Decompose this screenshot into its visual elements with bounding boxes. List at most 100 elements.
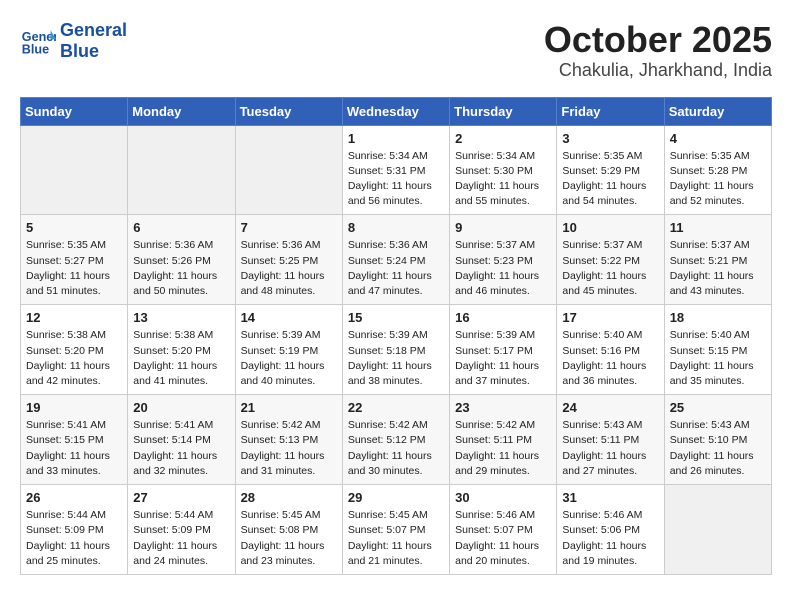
day-info: Sunrise: 5:46 AMSunset: 5:06 PMDaylight:… [562, 508, 658, 569]
calendar-cell: 9 Sunrise: 5:37 AMSunset: 5:23 PMDayligh… [450, 215, 557, 305]
month-title: October 2025 [544, 20, 772, 60]
weekday-header: Thursday [450, 97, 557, 125]
day-number: 28 [241, 490, 337, 505]
calendar-cell: 3 Sunrise: 5:35 AMSunset: 5:29 PMDayligh… [557, 125, 664, 215]
day-info: Sunrise: 5:39 AMSunset: 5:19 PMDaylight:… [241, 328, 337, 389]
logo-line1: General [60, 20, 127, 41]
calendar-cell: 19 Sunrise: 5:41 AMSunset: 5:15 PMDaylig… [21, 395, 128, 485]
day-info: Sunrise: 5:41 AMSunset: 5:15 PMDaylight:… [26, 418, 122, 479]
day-number: 26 [26, 490, 122, 505]
weekday-header: Saturday [664, 97, 771, 125]
day-info: Sunrise: 5:36 AMSunset: 5:26 PMDaylight:… [133, 238, 229, 299]
calendar-cell: 12 Sunrise: 5:38 AMSunset: 5:20 PMDaylig… [21, 305, 128, 395]
calendar-cell: 6 Sunrise: 5:36 AMSunset: 5:26 PMDayligh… [128, 215, 235, 305]
calendar-week-row: 19 Sunrise: 5:41 AMSunset: 5:15 PMDaylig… [21, 395, 772, 485]
calendar-cell: 24 Sunrise: 5:43 AMSunset: 5:11 PMDaylig… [557, 395, 664, 485]
calendar-cell: 27 Sunrise: 5:44 AMSunset: 5:09 PMDaylig… [128, 485, 235, 575]
day-info: Sunrise: 5:35 AMSunset: 5:28 PMDaylight:… [670, 149, 766, 210]
location-title: Chakulia, Jharkhand, India [544, 60, 772, 81]
calendar-cell: 28 Sunrise: 5:45 AMSunset: 5:08 PMDaylig… [235, 485, 342, 575]
day-number: 22 [348, 400, 444, 415]
day-number: 20 [133, 400, 229, 415]
day-info: Sunrise: 5:41 AMSunset: 5:14 PMDaylight:… [133, 418, 229, 479]
calendar-week-row: 1 Sunrise: 5:34 AMSunset: 5:31 PMDayligh… [21, 125, 772, 215]
day-info: Sunrise: 5:42 AMSunset: 5:13 PMDaylight:… [241, 418, 337, 479]
day-number: 31 [562, 490, 658, 505]
day-number: 13 [133, 310, 229, 325]
day-info: Sunrise: 5:34 AMSunset: 5:31 PMDaylight:… [348, 149, 444, 210]
day-info: Sunrise: 5:35 AMSunset: 5:27 PMDaylight:… [26, 238, 122, 299]
day-info: Sunrise: 5:37 AMSunset: 5:21 PMDaylight:… [670, 238, 766, 299]
calendar-cell [235, 125, 342, 215]
day-info: Sunrise: 5:39 AMSunset: 5:18 PMDaylight:… [348, 328, 444, 389]
calendar-week-row: 26 Sunrise: 5:44 AMSunset: 5:09 PMDaylig… [21, 485, 772, 575]
day-number: 18 [670, 310, 766, 325]
calendar-cell: 17 Sunrise: 5:40 AMSunset: 5:16 PMDaylig… [557, 305, 664, 395]
day-info: Sunrise: 5:42 AMSunset: 5:11 PMDaylight:… [455, 418, 551, 479]
calendar-cell: 21 Sunrise: 5:42 AMSunset: 5:13 PMDaylig… [235, 395, 342, 485]
day-number: 2 [455, 131, 551, 146]
day-info: Sunrise: 5:39 AMSunset: 5:17 PMDaylight:… [455, 328, 551, 389]
day-info: Sunrise: 5:45 AMSunset: 5:07 PMDaylight:… [348, 508, 444, 569]
day-info: Sunrise: 5:46 AMSunset: 5:07 PMDaylight:… [455, 508, 551, 569]
calendar-cell [21, 125, 128, 215]
calendar-cell: 2 Sunrise: 5:34 AMSunset: 5:30 PMDayligh… [450, 125, 557, 215]
calendar-cell: 29 Sunrise: 5:45 AMSunset: 5:07 PMDaylig… [342, 485, 449, 575]
day-number: 10 [562, 220, 658, 235]
calendar-cell: 13 Sunrise: 5:38 AMSunset: 5:20 PMDaylig… [128, 305, 235, 395]
calendar-cell: 8 Sunrise: 5:36 AMSunset: 5:24 PMDayligh… [342, 215, 449, 305]
day-number: 23 [455, 400, 551, 415]
calendar-cell: 15 Sunrise: 5:39 AMSunset: 5:18 PMDaylig… [342, 305, 449, 395]
logo-line2: Blue [60, 41, 127, 62]
day-info: Sunrise: 5:34 AMSunset: 5:30 PMDaylight:… [455, 149, 551, 210]
day-number: 8 [348, 220, 444, 235]
logo-icon: General Blue [20, 23, 56, 59]
calendar-cell: 10 Sunrise: 5:37 AMSunset: 5:22 PMDaylig… [557, 215, 664, 305]
calendar-cell: 30 Sunrise: 5:46 AMSunset: 5:07 PMDaylig… [450, 485, 557, 575]
calendar-cell: 1 Sunrise: 5:34 AMSunset: 5:31 PMDayligh… [342, 125, 449, 215]
day-info: Sunrise: 5:38 AMSunset: 5:20 PMDaylight:… [133, 328, 229, 389]
day-number: 5 [26, 220, 122, 235]
day-info: Sunrise: 5:44 AMSunset: 5:09 PMDaylight:… [133, 508, 229, 569]
day-info: Sunrise: 5:35 AMSunset: 5:29 PMDaylight:… [562, 149, 658, 210]
calendar-cell [664, 485, 771, 575]
calendar-week-row: 12 Sunrise: 5:38 AMSunset: 5:20 PMDaylig… [21, 305, 772, 395]
day-info: Sunrise: 5:37 AMSunset: 5:23 PMDaylight:… [455, 238, 551, 299]
weekday-header: Sunday [21, 97, 128, 125]
day-info: Sunrise: 5:43 AMSunset: 5:10 PMDaylight:… [670, 418, 766, 479]
day-number: 19 [26, 400, 122, 415]
calendar-cell [128, 125, 235, 215]
day-number: 25 [670, 400, 766, 415]
day-info: Sunrise: 5:38 AMSunset: 5:20 PMDaylight:… [26, 328, 122, 389]
weekday-header-row: SundayMondayTuesdayWednesdayThursdayFrid… [21, 97, 772, 125]
day-info: Sunrise: 5:36 AMSunset: 5:24 PMDaylight:… [348, 238, 444, 299]
calendar-cell: 20 Sunrise: 5:41 AMSunset: 5:14 PMDaylig… [128, 395, 235, 485]
calendar-cell: 26 Sunrise: 5:44 AMSunset: 5:09 PMDaylig… [21, 485, 128, 575]
day-number: 1 [348, 131, 444, 146]
day-info: Sunrise: 5:36 AMSunset: 5:25 PMDaylight:… [241, 238, 337, 299]
day-info: Sunrise: 5:44 AMSunset: 5:09 PMDaylight:… [26, 508, 122, 569]
logo: General Blue General Blue [20, 20, 127, 61]
day-info: Sunrise: 5:43 AMSunset: 5:11 PMDaylight:… [562, 418, 658, 479]
day-number: 7 [241, 220, 337, 235]
day-number: 16 [455, 310, 551, 325]
page-header: General Blue General Blue October 2025 C… [20, 20, 772, 81]
calendar-cell: 18 Sunrise: 5:40 AMSunset: 5:15 PMDaylig… [664, 305, 771, 395]
weekday-header: Monday [128, 97, 235, 125]
calendar-cell: 11 Sunrise: 5:37 AMSunset: 5:21 PMDaylig… [664, 215, 771, 305]
day-number: 12 [26, 310, 122, 325]
day-number: 30 [455, 490, 551, 505]
day-number: 4 [670, 131, 766, 146]
day-number: 21 [241, 400, 337, 415]
calendar-week-row: 5 Sunrise: 5:35 AMSunset: 5:27 PMDayligh… [21, 215, 772, 305]
day-number: 3 [562, 131, 658, 146]
calendar-cell: 31 Sunrise: 5:46 AMSunset: 5:06 PMDaylig… [557, 485, 664, 575]
calendar-cell: 23 Sunrise: 5:42 AMSunset: 5:11 PMDaylig… [450, 395, 557, 485]
weekday-header: Wednesday [342, 97, 449, 125]
calendar-cell: 4 Sunrise: 5:35 AMSunset: 5:28 PMDayligh… [664, 125, 771, 215]
day-info: Sunrise: 5:40 AMSunset: 5:16 PMDaylight:… [562, 328, 658, 389]
calendar-cell: 14 Sunrise: 5:39 AMSunset: 5:19 PMDaylig… [235, 305, 342, 395]
day-number: 29 [348, 490, 444, 505]
calendar-cell: 16 Sunrise: 5:39 AMSunset: 5:17 PMDaylig… [450, 305, 557, 395]
day-number: 24 [562, 400, 658, 415]
